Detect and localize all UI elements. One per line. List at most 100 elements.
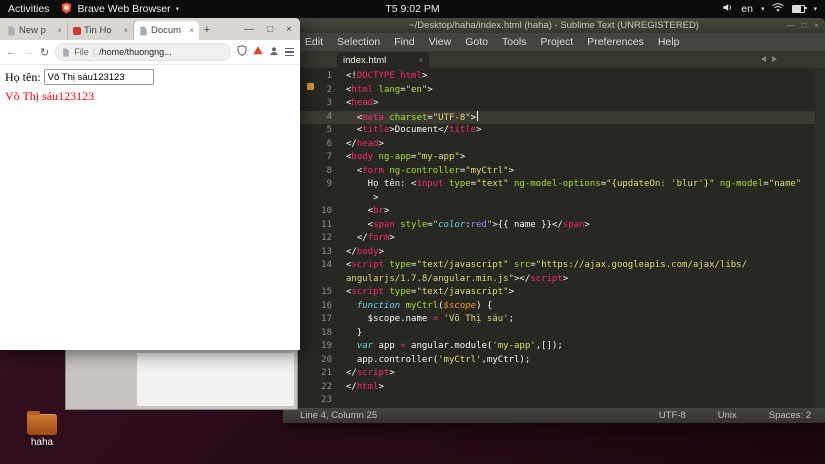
code-line[interactable]: 7<body ng-app="my-app"> (283, 151, 815, 165)
code-line[interactable]: 4 <meta charset="UTF-8"> (283, 111, 815, 125)
browser-tab[interactable]: New p× (2, 21, 68, 40)
menu-item-find[interactable]: Find (387, 36, 421, 48)
minimize-button[interactable]: — (244, 24, 254, 35)
code-line[interactable]: 20 app.controller('myCtrl',myCtrl); (283, 354, 815, 368)
sublime-statusbar: Line 4, Column 25 UTF-8UnixSpaces: 2 (283, 408, 825, 423)
status-item: Spaces: 2 (769, 410, 811, 421)
sublime-menubar: FileEditSelectionFindViewGotoToolsProjec… (283, 33, 825, 51)
name-input[interactable] (44, 69, 154, 85)
tab-close-icon[interactable]: × (189, 26, 194, 35)
tab-label: New p (19, 25, 54, 36)
chevron-down-icon: ▾ (761, 5, 765, 13)
sublime-titlebar[interactable]: ~/Desktop/haha/index.html (haha) - Subli… (283, 18, 825, 33)
address-scheme: File (74, 47, 89, 57)
wifi-icon (772, 3, 784, 16)
brave-shield-icon[interactable] (237, 43, 247, 61)
browser-tab[interactable]: Tin Họ× (68, 21, 134, 40)
code-line[interactable]: 11 <span style="color:red">{{ name }}</s… (283, 219, 815, 233)
code-line[interactable]: 2<html lang="en"> (283, 84, 815, 98)
menu-item-edit[interactable]: Edit (298, 36, 330, 48)
menu-icon[interactable] (285, 48, 294, 57)
close-button[interactable]: × (814, 18, 819, 33)
sublime-status-right: UTF-8UnixSpaces: 2 (627, 410, 811, 421)
background-window[interactable] (65, 349, 298, 410)
code-line[interactable]: 3<head> (283, 97, 815, 111)
code-line[interactable]: 17 $scope.name = 'Võ Thị sáu'; (283, 313, 815, 327)
code-line[interactable]: 19 var app = angular.module('my-app',[])… (283, 340, 815, 354)
editor-tab-index-html[interactable]: index.html × (337, 52, 429, 68)
browser-tab[interactable]: Docum× (134, 21, 199, 40)
code-text: Họ tên: <input type="text" ng-model-opti… (339, 178, 815, 192)
tab-scroll-left-icon[interactable] (761, 56, 766, 62)
code-line[interactable]: 8 <form ng-controller="myCtrl"> (283, 165, 815, 179)
folder-label: haha (31, 437, 53, 448)
code-line[interactable]: 16 function myCtrl($scope) { (283, 300, 815, 314)
menu-item-goto[interactable]: Goto (458, 36, 495, 48)
maximize-button[interactable]: □ (802, 18, 807, 33)
code-text: > (339, 192, 815, 206)
file-icon (62, 48, 70, 57)
browser-window-controls: — □ × (244, 18, 292, 40)
page-content: Họ tên: Võ Thị sáu123123 (0, 65, 300, 108)
code-line[interactable]: 13</body> (283, 246, 815, 260)
code-line[interactable]: 14<script type="text/javascript" src="ht… (283, 259, 815, 273)
code-line[interactable]: 22</html> (283, 381, 815, 395)
system-indicators[interactable]: en ▾ ▾ (722, 2, 817, 16)
top-bar: Activities Brave Web Browser ▾ T5 9:02 P… (0, 0, 825, 18)
reload-icon[interactable]: ↻ (40, 46, 49, 59)
minimap[interactable] (815, 68, 825, 408)
close-button[interactable]: × (286, 24, 292, 35)
tab-close-icon[interactable]: × (57, 26, 62, 35)
page-favicon (7, 26, 16, 36)
code-line[interactable]: 23 (283, 394, 815, 408)
code-line[interactable]: 21</script> (283, 367, 815, 381)
brave-rewards-icon[interactable] (253, 43, 263, 61)
tab-close-icon[interactable]: × (123, 26, 128, 35)
menu-item-project[interactable]: Project (534, 36, 581, 48)
code-text: <span style="color:red">{{ name }}</span… (339, 219, 815, 233)
desktop-folder-haha[interactable]: haha (20, 414, 64, 448)
activities-button[interactable]: Activities (8, 3, 49, 15)
app-menu[interactable]: Brave Web Browser ▾ (61, 2, 179, 17)
cursor-position: Line 4, Column 25 (300, 410, 377, 421)
new-tab-button[interactable]: + (199, 21, 215, 40)
volume-icon (722, 2, 733, 16)
menu-item-selection[interactable]: Selection (330, 36, 387, 48)
forward-icon[interactable]: → (23, 46, 34, 58)
site-favicon (73, 27, 81, 35)
app-name: Brave Web Browser (77, 3, 170, 15)
code-text: <head> (339, 97, 815, 111)
maximize-button[interactable]: □ (267, 24, 273, 35)
code-text: app.controller('myCtrl',myCtrl); (339, 354, 815, 368)
profile-icon[interactable] (269, 43, 279, 61)
name-label: Họ tên: (5, 70, 41, 85)
text-cursor (477, 111, 478, 121)
code-text: $scope.name = 'Võ Thị sáu'; (339, 313, 815, 327)
name-output: Võ Thị sáu123123 (5, 89, 295, 104)
code-line[interactable]: 10 <br> (283, 205, 815, 219)
code-text: <script type="text/javascript"> (339, 286, 815, 300)
back-icon[interactable]: ← (6, 46, 17, 58)
code-line[interactable]: > (283, 192, 815, 206)
clock[interactable]: T5 9:02 PM (385, 3, 439, 15)
tab-close-icon[interactable]: × (418, 56, 423, 65)
code-text: <body ng-app="my-app"> (339, 151, 815, 165)
code-line[interactable]: angularjs/1.7.8/angular.min.js"></script… (283, 273, 815, 287)
editor-tab-label: index.html (343, 55, 386, 66)
menu-item-tools[interactable]: Tools (495, 36, 534, 48)
menu-item-help[interactable]: Help (651, 36, 687, 48)
minimize-button[interactable]: — (786, 18, 795, 33)
code-line[interactable]: 6</head> (283, 138, 815, 152)
code-line[interactable]: 1<!DOCTYPE html> (283, 70, 815, 84)
menu-item-preferences[interactable]: Preferences (580, 36, 651, 48)
code-line[interactable]: 12 </form> (283, 232, 815, 246)
code-line[interactable]: 15<script type="text/javascript"> (283, 286, 815, 300)
code-line[interactable]: 9 Họ tên: <input type="text" ng-model-op… (283, 178, 815, 192)
address-bar[interactable]: File | /home/thuongng... (55, 43, 231, 61)
code-line[interactable]: 18 } (283, 327, 815, 341)
menu-item-view[interactable]: View (422, 36, 459, 48)
code-line[interactable]: 5 <title>Document</title> (283, 124, 815, 138)
code-editor[interactable]: 1<!DOCTYPE html>2<html lang="en">3<head>… (283, 68, 825, 408)
tab-scroll-right-icon[interactable] (772, 56, 777, 62)
browser-tabs: New p×Tin Họ×Docum× (2, 18, 199, 40)
